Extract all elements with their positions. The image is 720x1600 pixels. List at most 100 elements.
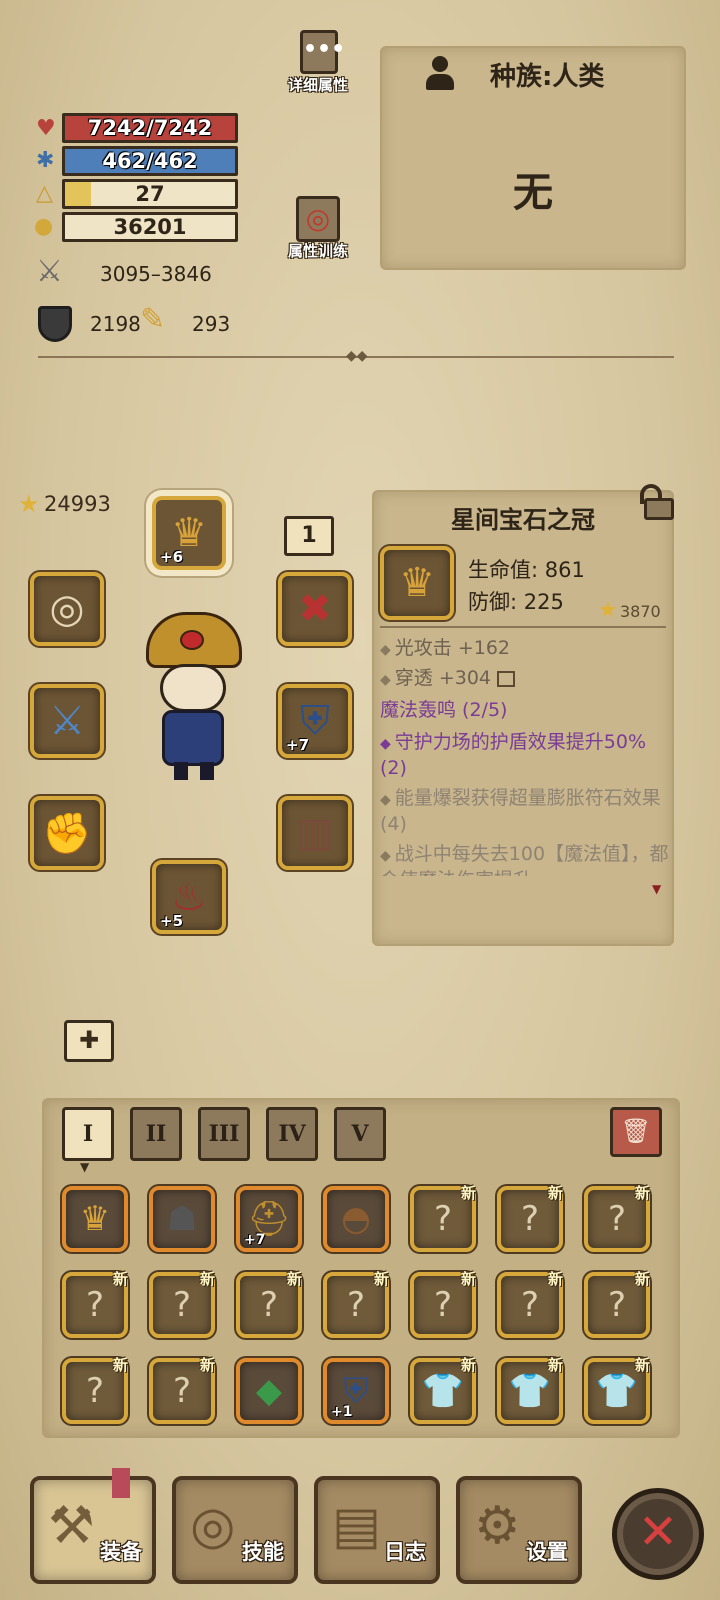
hp-value: 7242/7242 (87, 116, 213, 140)
tab-4[interactable]: IV (266, 1107, 318, 1161)
magic-value: 293 (192, 312, 231, 336)
inventory-item-unknown[interactable]: ? 新 (410, 1184, 476, 1252)
inventory-item-unknown[interactable]: ? 新 (236, 1270, 302, 1338)
scroll-down-arrow[interactable]: ▼ (652, 882, 661, 896)
unlock-icon[interactable] (636, 482, 676, 522)
hp-bar: 7242/7242 (62, 113, 238, 143)
gauntlet-slot[interactable]: ✊ (30, 796, 104, 870)
inventory-item-gold-helmet[interactable]: ♛ (62, 1186, 128, 1252)
affix-light-attack: ◆ 光攻击 +162 (380, 637, 511, 659)
question-helmet-icon: ? (433, 1285, 453, 1325)
question-helmet-icon: ? (85, 1371, 105, 1411)
equipment-power: 24993 (44, 492, 111, 516)
set-name: 魔法轰鸣 (2/5) (380, 699, 508, 721)
weapon-slot[interactable]: ⚔ (30, 684, 104, 758)
question-helmet-icon: ? (259, 1285, 279, 1325)
inventory-item-beast-helmet[interactable]: ☗ (149, 1186, 215, 1252)
inventory-item-unknown[interactable]: ? 新 (62, 1270, 128, 1338)
attack-value: 3095–3846 (100, 262, 212, 286)
inventory-item-unknown[interactable]: ? 新 (149, 1356, 215, 1424)
inventory-item-leather-helmet[interactable]: ◓ (323, 1186, 389, 1252)
mp-bar: 462/462 (62, 146, 238, 176)
inventory-item-unknown[interactable]: ? 新 (584, 1270, 650, 1338)
question-helmet-icon: ? (520, 1199, 540, 1239)
inventory-item-unknown[interactable]: ? 新 (410, 1270, 476, 1338)
question-helmet-icon: ? (172, 1285, 192, 1325)
nav-skill-button[interactable]: ◎ 技能 (172, 1476, 298, 1584)
question-helmet-icon: ? (433, 1199, 453, 1239)
add-slot-button[interactable]: ✚ (64, 1020, 114, 1062)
crown-icon: ♛ (399, 560, 435, 606)
tab-2[interactable]: II (130, 1107, 182, 1161)
race-title: 种族:人类 (490, 62, 605, 92)
detail-item-icon: ♛ (380, 546, 454, 620)
nav-settings-button[interactable]: ⚙ 设置 (456, 1476, 582, 1584)
tab-3[interactable]: III (198, 1107, 250, 1161)
nav-log-button[interactable]: ▤ 日志 (314, 1476, 440, 1584)
divider-ornament: ◆◆ (346, 348, 368, 364)
axe-icon: ⚒ (48, 1496, 95, 1556)
item-hp: 生命值: 861 (468, 558, 585, 582)
inventory-item-blue-armor[interactable]: ⛨ +1 (323, 1358, 389, 1424)
green-gem-armor-icon: ◆ (255, 1371, 283, 1411)
inventory-item-green-armor[interactable]: ◆ (236, 1358, 302, 1424)
race-value: 无 (513, 170, 553, 216)
shirt-icon: 👕 (421, 1371, 465, 1411)
shirt-icon: 👕 (508, 1371, 552, 1411)
set-bonus-2: ◆ 守护力场的护盾效果提升50% (2) (380, 731, 647, 779)
item-score-star-icon: ★ (598, 598, 618, 623)
question-helmet-icon: ? (607, 1199, 627, 1239)
nav-equipment-button[interactable]: ⚒ 装备 (30, 1476, 156, 1584)
set-bonus-5: ◆战斗中每失去100【魔法值】，都会使魔法伤害提升 (380, 843, 669, 876)
close-button[interactable]: ✕ (612, 1488, 704, 1580)
active-tab-pointer: ▼ (80, 1160, 90, 1174)
hp-heart-icon: ♥ (36, 116, 56, 141)
inventory-item-unknown-shirt[interactable]: 👕 新 (410, 1356, 476, 1424)
detail-divider (380, 626, 666, 628)
pants-slot[interactable]: ▥ (278, 796, 352, 870)
target-icon: ◎ (296, 196, 340, 242)
question-helmet-icon: ? (85, 1285, 105, 1325)
inventory-item-unknown[interactable]: ? 新 (62, 1356, 128, 1424)
inventory-item-spartan-helmet[interactable]: ⛑ +7 (236, 1186, 302, 1252)
trash-button[interactable]: 🗑 (610, 1107, 662, 1157)
image-icon (497, 670, 516, 687)
gold-bar: 36201 (62, 212, 238, 242)
inventory-item-unknown-shirt[interactable]: 👕 新 (584, 1356, 650, 1424)
leggings-icon: ▥ (296, 810, 334, 856)
tab-1[interactable]: I (62, 1107, 114, 1161)
skill-ring-icon: ◎ (190, 1496, 236, 1556)
question-helmet-icon: ? (172, 1371, 192, 1411)
shield-icon (38, 306, 72, 342)
defense-value: 2198 (90, 312, 141, 336)
crossed-swords-icon: ⚔ (36, 254, 63, 289)
item-def: 防御: 225 (468, 590, 564, 614)
shirt-icon: 👕 (595, 1371, 639, 1411)
inventory-item-unknown[interactable]: ? 新 (323, 1270, 389, 1338)
affix-penetration: ◆ 穿透 +304 (380, 666, 670, 692)
inventory-item-unknown[interactable]: ? 新 (497, 1270, 563, 1338)
leather-helmet-icon: ◓ (341, 1199, 371, 1239)
necklace-slot[interactable]: ✖ (278, 572, 352, 646)
inventory-item-unknown[interactable]: ? 新 (149, 1270, 215, 1338)
magic-staff-icon: ✎ (140, 302, 166, 337)
beast-helmet-icon: ☗ (166, 1199, 198, 1239)
trash-icon: 🗑 (620, 1117, 652, 1145)
inventory-item-unknown-shirt[interactable]: 👕 新 (497, 1356, 563, 1424)
attribute-training-button[interactable]: ◎ 属性训练 (282, 196, 354, 266)
helmet-slot[interactable]: ♛ +6 (152, 496, 226, 570)
question-helmet-icon: ? (346, 1285, 366, 1325)
inventory-item-unknown[interactable]: ? 新 (497, 1184, 563, 1252)
detail-attributes-label: 详细属性 (287, 76, 348, 94)
power-star-icon: ★ (18, 490, 40, 518)
loadout-badge[interactable]: 1 (284, 516, 334, 556)
armor-slot[interactable]: ⛨ +7 (278, 684, 352, 758)
amulet-icon: ✖ (298, 586, 332, 632)
mp-value: 462/462 (102, 149, 198, 173)
tab-5[interactable]: V (334, 1107, 386, 1161)
inventory-item-unknown[interactable]: ? 新 (584, 1184, 650, 1252)
detail-attributes-button[interactable]: ••• 详细属性 (282, 30, 354, 100)
ring-slot[interactable]: ◎ (30, 572, 104, 646)
close-icon: ✕ (637, 1504, 679, 1560)
boots-slot[interactable]: ♨ +5 (152, 860, 226, 934)
